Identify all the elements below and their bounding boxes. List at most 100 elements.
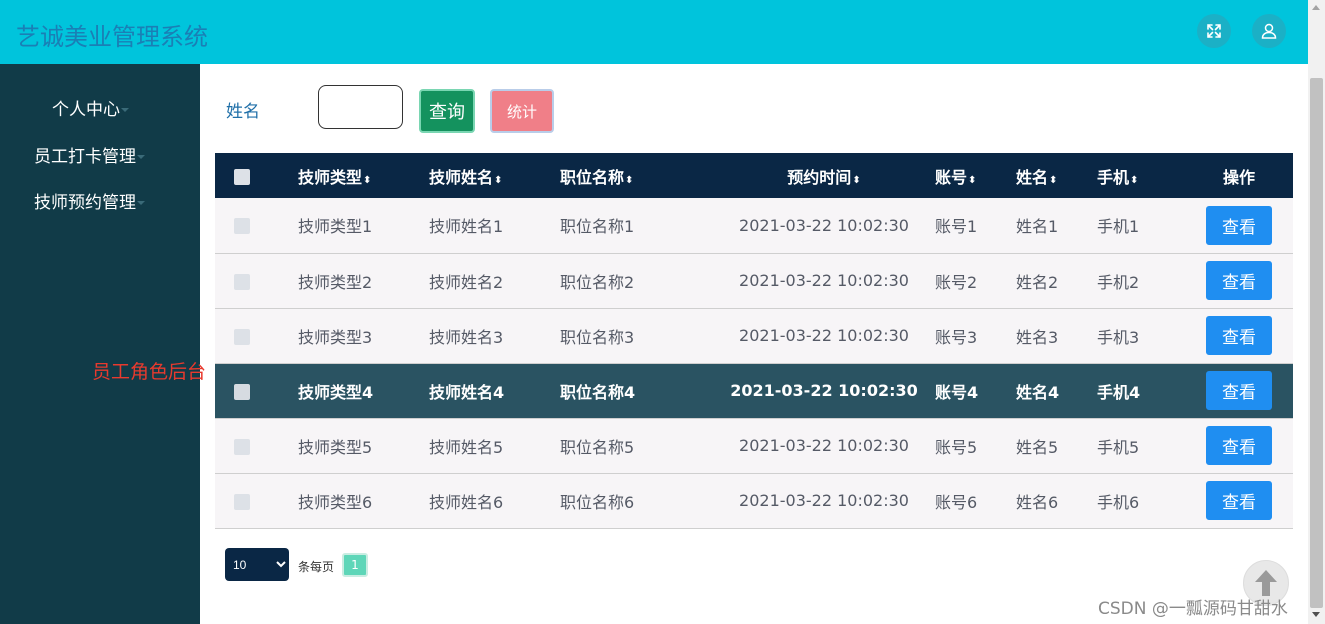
search-name-input[interactable] bbox=[318, 85, 403, 129]
cell-type: 技师类型6 bbox=[298, 492, 373, 512]
cell-phone: 手机2 bbox=[1097, 272, 1140, 292]
query-button[interactable]: 查询 bbox=[419, 89, 475, 133]
table-row[interactable]: 技师类型4 技师姓名4 职位名称4 2021-03-22 10:02:30 账号4 姓名4… bbox=[215, 363, 1293, 418]
row-select-cell bbox=[215, 473, 298, 528]
cell-name: 姓名3 bbox=[1016, 327, 1059, 347]
caret-down-icon bbox=[137, 155, 145, 159]
cell-type: 技师类型3 bbox=[298, 327, 373, 347]
cell-tech-name: 技师姓名4 bbox=[429, 382, 505, 402]
cell-account: 账号2 bbox=[935, 272, 978, 292]
sidebar: 个人中心 员工打卡管理 技师预约管理 bbox=[0, 64, 200, 624]
col-header-account[interactable]: 账号⬍ bbox=[935, 153, 1016, 198]
sort-icon: ⬍ bbox=[625, 174, 634, 186]
table-header-row: 技师类型⬍ 技师姓名⬍ 职位名称⬍ 预约时间⬍ 账号⬍ 姓名⬍ 手机⬍ 操作 bbox=[215, 153, 1293, 198]
caret-down-icon bbox=[137, 201, 145, 205]
cell-time: 2021-03-22 10:02:30 bbox=[739, 436, 909, 455]
row-checkbox[interactable] bbox=[234, 383, 250, 400]
table-row[interactable]: 技师类型1 技师姓名1 职位名称1 2021-03-22 10:02:30 账号1 姓名1… bbox=[215, 198, 1293, 253]
row-select-cell bbox=[215, 308, 298, 363]
col-header-name[interactable]: 姓名⬍ bbox=[1016, 153, 1097, 198]
view-button[interactable]: 查看 bbox=[1206, 481, 1272, 520]
row-checkbox[interactable] bbox=[234, 273, 250, 290]
cell-name: 姓名2 bbox=[1016, 272, 1059, 292]
cell-position: 职位名称3 bbox=[560, 327, 635, 347]
cell-tech-name: 技师姓名3 bbox=[429, 327, 504, 347]
app-title: 艺诚美业管理系统 bbox=[16, 23, 208, 51]
row-checkbox[interactable] bbox=[234, 438, 250, 455]
cell-position: 职位名称5 bbox=[560, 437, 635, 457]
view-button[interactable]: 查看 bbox=[1206, 261, 1272, 300]
cell-type: 技师类型1 bbox=[298, 217, 373, 237]
action-cell: 查看 bbox=[1185, 473, 1293, 528]
cell-account: 账号6 bbox=[935, 492, 978, 512]
select-all-cell bbox=[215, 153, 298, 198]
user-icon bbox=[1261, 23, 1277, 39]
table-row[interactable]: 技师类型2 技师姓名2 职位名称2 2021-03-22 10:02:30 账号2 姓名2… bbox=[215, 253, 1293, 308]
sidebar-item-appointments[interactable]: 技师预约管理 bbox=[0, 188, 200, 213]
col-header-phone[interactable]: 手机⬍ bbox=[1097, 153, 1185, 198]
scroll-up-icon[interactable] bbox=[1312, 5, 1320, 10]
vertical-scrollbar[interactable] bbox=[1308, 0, 1325, 624]
row-checkbox[interactable] bbox=[234, 328, 250, 345]
cell-position: 职位名称2 bbox=[560, 272, 635, 292]
cell-type: 技师类型4 bbox=[298, 382, 374, 402]
action-cell: 查看 bbox=[1185, 253, 1293, 308]
table-row[interactable]: 技师类型6 技师姓名6 职位名称6 2021-03-22 10:02:30 账号6 姓名6… bbox=[215, 473, 1293, 528]
sort-icon: ⬍ bbox=[852, 174, 861, 186]
cell-account: 账号4 bbox=[935, 382, 979, 402]
col-header-actions: 操作 bbox=[1222, 167, 1255, 187]
table-row[interactable]: 技师类型3 技师姓名3 职位名称3 2021-03-22 10:02:30 账号3 姓名3… bbox=[215, 308, 1293, 363]
sidebar-item-personal-center[interactable]: 个人中心 bbox=[0, 95, 200, 120]
cell-name: 姓名1 bbox=[1016, 217, 1059, 237]
view-button[interactable]: 查看 bbox=[1206, 316, 1272, 355]
role-annotation: 员工角色后台 bbox=[92, 361, 207, 383]
cell-time: 2021-03-22 10:02:30 bbox=[739, 215, 909, 235]
cell-position: 职位名称1 bbox=[560, 217, 635, 237]
cell-account: 账号1 bbox=[935, 217, 978, 237]
sidebar-item-label: 员工打卡管理 bbox=[34, 147, 136, 167]
sidebar-item-label: 技师预约管理 bbox=[34, 193, 136, 213]
cell-phone: 手机6 bbox=[1097, 492, 1140, 512]
action-cell: 查看 bbox=[1185, 198, 1293, 253]
cell-phone: 手机4 bbox=[1097, 382, 1141, 402]
cell-account: 账号5 bbox=[935, 437, 978, 457]
top-header: 艺诚美业管理系统 bbox=[0, 0, 1308, 64]
col-header-position[interactable]: 职位名称⬍ bbox=[560, 153, 713, 198]
view-button[interactable]: 查看 bbox=[1206, 426, 1272, 465]
sort-icon: ⬍ bbox=[494, 174, 503, 186]
cell-tech-name: 技师姓名5 bbox=[429, 437, 504, 457]
sort-icon: ⬍ bbox=[363, 174, 372, 186]
scroll-down-icon[interactable] bbox=[1312, 612, 1320, 617]
action-cell: 查看 bbox=[1185, 418, 1293, 473]
view-button[interactable]: 查看 bbox=[1206, 371, 1272, 410]
row-checkbox[interactable] bbox=[234, 493, 250, 510]
cell-time: 2021-03-22 10:02:30 bbox=[730, 381, 918, 400]
cell-name: 姓名5 bbox=[1016, 437, 1059, 457]
col-header-tech-name[interactable]: 技师姓名⬍ bbox=[429, 153, 560, 198]
statistics-button[interactable]: 统计 bbox=[490, 89, 554, 133]
cell-time: 2021-03-22 10:02:30 bbox=[739, 271, 909, 290]
sidebar-item-attendance[interactable]: 员工打卡管理 bbox=[0, 142, 200, 167]
cell-position: 职位名称6 bbox=[560, 492, 635, 512]
sort-icon: ⬍ bbox=[1130, 174, 1139, 186]
row-select-cell bbox=[215, 198, 298, 253]
table-row[interactable]: 技师类型5 技师姓名5 职位名称5 2021-03-22 10:02:30 账号5 姓名5… bbox=[215, 418, 1293, 473]
user-button[interactable] bbox=[1252, 14, 1286, 48]
cell-type: 技师类型5 bbox=[298, 437, 373, 457]
cell-name: 姓名4 bbox=[1016, 382, 1060, 402]
row-checkbox[interactable] bbox=[234, 218, 250, 235]
page-button-1[interactable]: 1 bbox=[342, 553, 368, 577]
fullscreen-button[interactable] bbox=[1197, 14, 1231, 48]
caret-down-icon bbox=[121, 108, 129, 112]
select-all-checkbox[interactable] bbox=[234, 168, 250, 185]
search-name-label: 姓名 bbox=[226, 102, 260, 122]
view-button[interactable]: 查看 bbox=[1206, 205, 1272, 245]
sidebar-item-label: 个人中心 bbox=[52, 100, 120, 120]
col-header-type[interactable]: 技师类型⬍ bbox=[298, 153, 429, 198]
cell-time: 2021-03-22 10:02:30 bbox=[739, 491, 909, 510]
cell-position: 职位名称4 bbox=[560, 382, 636, 402]
scrollbar-thumb[interactable] bbox=[1310, 78, 1323, 608]
col-header-time[interactable]: 预约时间⬍ bbox=[713, 153, 935, 198]
cell-phone: 手机1 bbox=[1097, 217, 1140, 237]
page-size-select[interactable]: 10 bbox=[225, 548, 289, 581]
